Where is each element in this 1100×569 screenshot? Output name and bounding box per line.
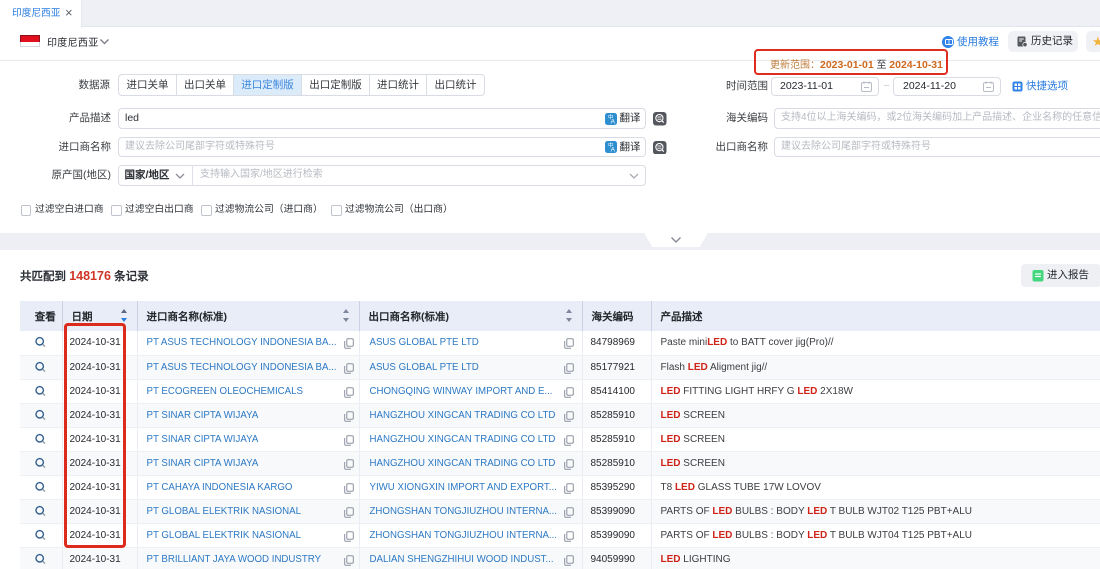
svg-text:A: A — [611, 118, 616, 125]
svg-text:A: A — [611, 146, 616, 153]
